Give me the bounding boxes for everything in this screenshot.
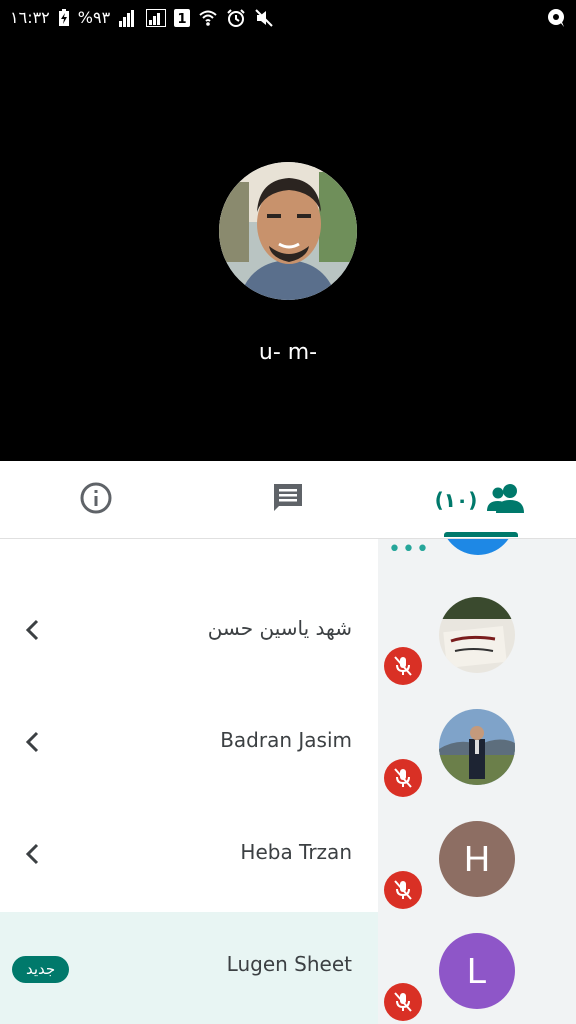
mute-volume-icon (254, 8, 274, 27)
people-icon (487, 483, 525, 517)
alarm-icon (226, 8, 246, 27)
muted-mic-icon (384, 759, 422, 797)
new-badge: جديد (12, 956, 70, 983)
muted-mic-icon (384, 647, 422, 685)
signal-icon (118, 9, 138, 27)
battery-percent: %٩٣ (77, 8, 111, 27)
list-item[interactable]: جديد Lugen Sheet L (0, 912, 576, 1024)
info-icon (79, 481, 113, 519)
wifi-icon (198, 9, 218, 27)
active-tab-indicator (444, 532, 518, 537)
tab-people[interactable]: (١٠) (420, 461, 540, 538)
avatar (439, 597, 515, 673)
muted-mic-icon (384, 871, 422, 909)
muted-mic-icon (384, 983, 422, 1021)
people-count: (١٠) (434, 487, 478, 512)
avatar-initial: L (466, 950, 488, 991)
video-stage[interactable]: u- m- (0, 38, 576, 461)
list-item[interactable]: شهد ياسين حسن (0, 576, 576, 688)
presenter-name: u- m- (258, 340, 318, 365)
participant-name: Heba Trzan (240, 840, 352, 864)
participant-name: شهد ياسين حسن (207, 616, 352, 640)
tab-chat[interactable] (248, 461, 328, 538)
participant-list[interactable]: ••• شهد ياسين حسن Badran Jasim Heba Trza… (0, 539, 576, 1024)
svg-text:1: 1 (178, 12, 187, 27)
chevron-left-icon[interactable] (22, 842, 44, 866)
presenter-avatar (219, 162, 357, 300)
status-bar: ١٦:٣٢ %٩٣ 1 (0, 0, 576, 38)
more-options-icon[interactable]: ••• (388, 539, 430, 561)
status-time: ١٦:٣٢ (10, 8, 50, 27)
signal-box-icon (146, 8, 167, 27)
tab-bar: (١٠) (0, 461, 576, 539)
chat-icon (271, 481, 305, 519)
avatar (439, 709, 515, 785)
battery-charging-icon (58, 8, 70, 27)
chevron-left-icon[interactable] (22, 730, 44, 754)
list-item[interactable]: Badran Jasim (0, 688, 576, 800)
chat-bubble-icon (546, 8, 566, 28)
avatar: H (439, 821, 515, 897)
chevron-left-icon[interactable] (22, 618, 44, 642)
avatar-initial: H (464, 838, 490, 879)
list-item[interactable]: Heba Trzan H (0, 800, 576, 912)
sim-icon: 1 (174, 8, 191, 27)
participant-name: Lugen Sheet (226, 952, 352, 976)
avatar: L (439, 933, 515, 1009)
tab-info[interactable] (56, 461, 136, 538)
participant-name: Badran Jasim (220, 728, 352, 752)
